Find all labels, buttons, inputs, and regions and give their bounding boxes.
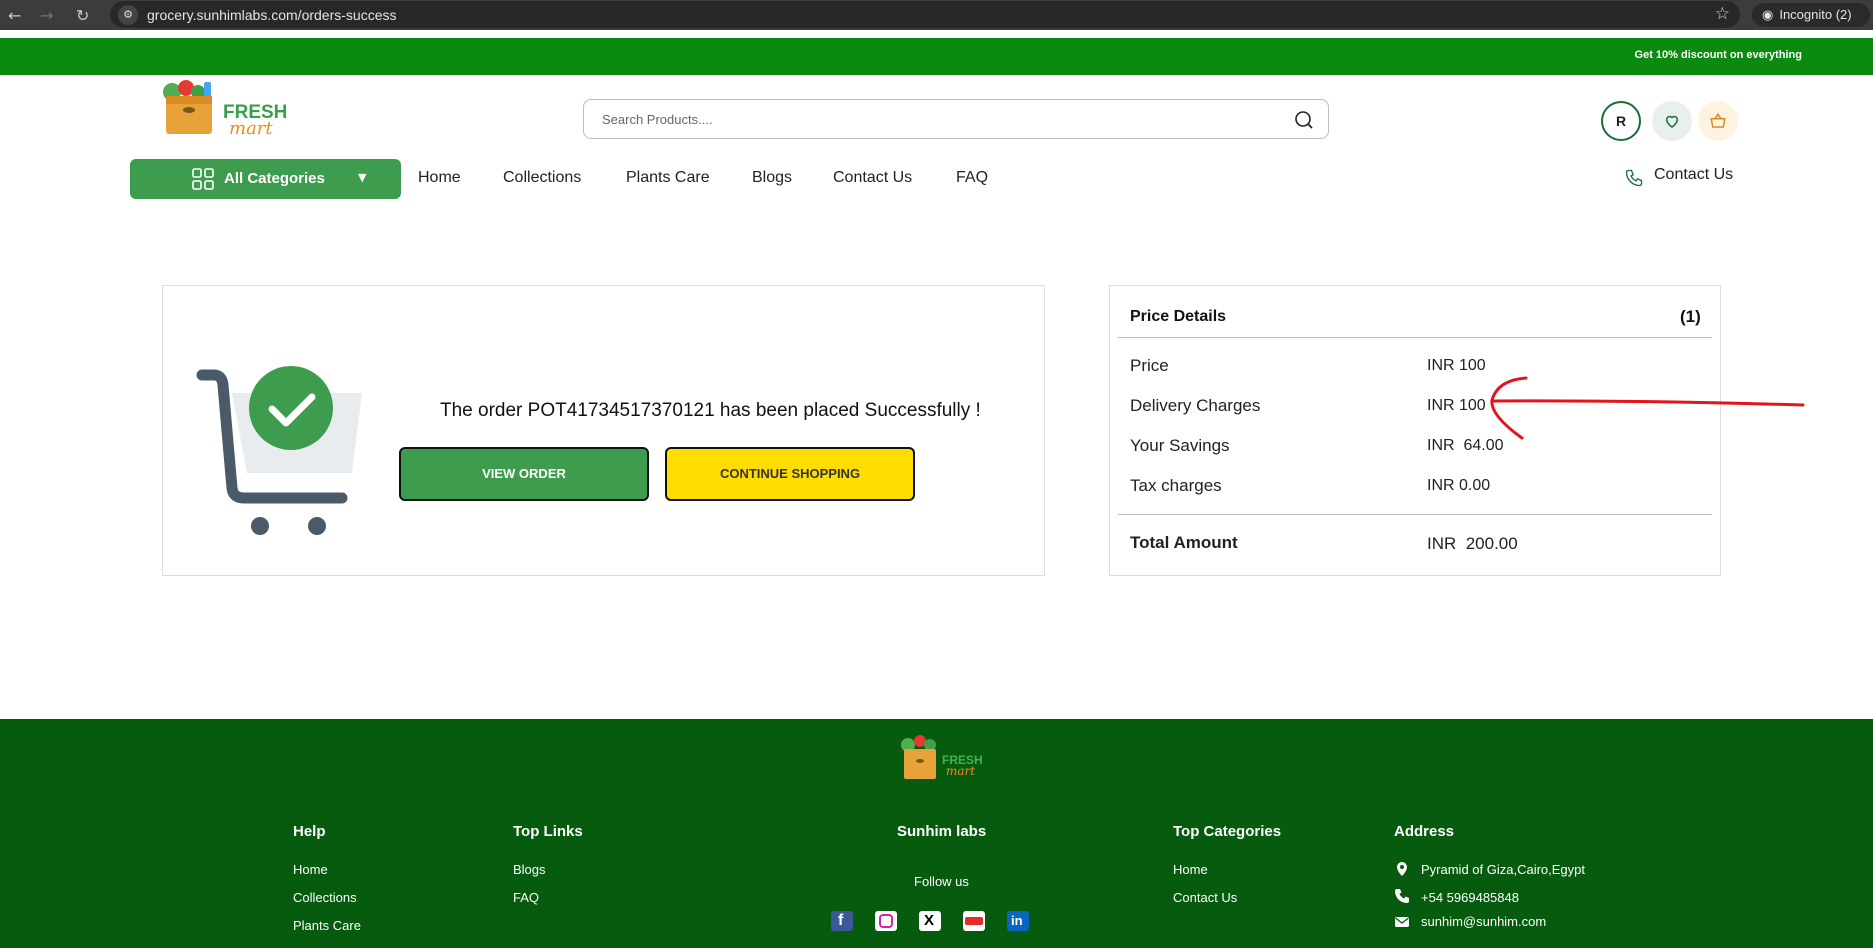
nav-link-home[interactable]: Home: [418, 169, 461, 187]
footer-top-links-title: Top Links: [513, 823, 583, 840]
incognito-icon: ◉: [1762, 8, 1774, 23]
facebook-icon[interactable]: f: [831, 911, 853, 931]
email-icon: [1395, 917, 1409, 927]
phone-icon: [1625, 169, 1643, 187]
youtube-icon[interactable]: [963, 911, 985, 931]
nav-link-blogs[interactable]: Blogs: [752, 169, 792, 187]
url-text: grocery.sunhimlabs.com/orders-success: [147, 7, 397, 23]
bookmark-star-icon[interactable]: ☆: [1715, 4, 1730, 24]
shopping-cart-success-icon: [196, 366, 362, 535]
grid-icon: [192, 168, 214, 190]
total-amount-label: Total Amount: [1130, 533, 1238, 552]
footer-logo[interactable]: FRESH mart: [898, 733, 988, 785]
divider: [1118, 337, 1712, 338]
basket-icon: [1710, 112, 1726, 128]
footer-top-link-faq[interactable]: FAQ: [513, 890, 539, 905]
x-icon[interactable]: X: [919, 911, 941, 931]
site-logo[interactable]: FRESH mart: [154, 78, 294, 139]
all-categories-button[interactable]: All Categories ▼: [130, 159, 401, 199]
location-pin-icon: [1397, 862, 1407, 876]
delivery-charges-label: Delivery Charges: [1130, 396, 1261, 415]
total-amount-value: INR 200.00: [1427, 534, 1518, 553]
tax-charges-label: Tax charges: [1130, 476, 1222, 495]
footer-category-link-contact-us[interactable]: Contact Us: [1173, 890, 1237, 905]
chevron-down-icon: ▼: [358, 171, 367, 184]
continue-shopping-button[interactable]: CONTINUE SHOPPING: [665, 447, 915, 501]
order-success-message: The order POT41734517370121 has been pla…: [440, 400, 981, 421]
footer-address-title: Address: [1394, 823, 1455, 840]
tax-charges-value: INR 0.00: [1427, 477, 1491, 494]
price-label: Price: [1130, 356, 1169, 375]
incognito-label: Incognito (2): [1779, 7, 1852, 22]
instagram-icon[interactable]: [875, 911, 897, 931]
divider: [1118, 514, 1712, 515]
price-details-count: (1): [1680, 307, 1701, 326]
wishlist-button[interactable]: [1652, 101, 1692, 141]
header-contact-label: Contact Us: [1654, 166, 1734, 183]
price-value: INR 100: [1427, 357, 1486, 374]
footer-address-email[interactable]: sunhim@sunhim.com: [1421, 914, 1546, 929]
nav-link-faq[interactable]: FAQ: [956, 169, 988, 187]
price-details-title: Price Details: [1130, 308, 1227, 325]
all-categories-label: All Categories: [224, 170, 325, 187]
footer-address-location: Pyramid of Giza,Cairo,Egypt: [1421, 862, 1586, 877]
footer-help-link-collections[interactable]: Collections: [293, 890, 357, 905]
footer-top-link-blogs[interactable]: Blogs: [513, 862, 546, 877]
nav-link-plants-care[interactable]: Plants Care: [626, 169, 710, 187]
reload-icon[interactable]: ↻: [76, 6, 89, 25]
grocery-bag-logo-icon: [901, 735, 936, 779]
footer-help-link-plants-care[interactable]: Plants Care: [293, 918, 361, 933]
promo-banner: Get 10% discount on everything: [0, 38, 1873, 75]
delivery-charges-value: INR 100: [1427, 397, 1486, 414]
incognito-indicator[interactable]: ◉ Incognito (2): [1752, 3, 1870, 27]
footer-help-link-home[interactable]: Home: [293, 862, 328, 877]
footer-top-categories-title: Top Categories: [1173, 823, 1282, 840]
search-input[interactable]: [602, 109, 1252, 129]
back-icon[interactable]: ←: [8, 6, 21, 25]
footer-follow-us: Follow us: [914, 874, 969, 889]
view-order-button[interactable]: VIEW ORDER: [399, 447, 649, 501]
your-savings-label: Your Savings: [1130, 436, 1230, 455]
footer-logo-mart: mart: [946, 764, 976, 778]
browser-toolbar: ← → ↻ ⚙ grocery.sunhimlabs.com/orders-su…: [0, 0, 1873, 30]
address-bar[interactable]: ⚙ grocery.sunhimlabs.com/orders-success …: [110, 1, 1740, 28]
heart-icon: [1665, 115, 1679, 128]
nav-link-collections[interactable]: Collections: [503, 169, 581, 187]
footer-category-link-home[interactable]: Home: [1173, 862, 1208, 877]
site-settings-icon[interactable]: ⚙: [118, 5, 138, 25]
search-icon[interactable]: [1294, 110, 1314, 130]
forward-icon[interactable]: →: [40, 6, 53, 25]
search-bar: [583, 99, 1329, 139]
annotation-arrow: [1490, 376, 1805, 440]
linkedin-icon[interactable]: in: [1007, 911, 1029, 931]
footer-company-title: Sunhim labs: [897, 823, 987, 840]
footer-address-phone[interactable]: +54 5969485848: [1421, 890, 1519, 905]
cart-button[interactable]: [1698, 101, 1738, 141]
nav-link-contact-us[interactable]: Contact Us: [833, 169, 912, 187]
footer-help-title: Help: [293, 823, 326, 840]
user-avatar[interactable]: R: [1601, 101, 1641, 141]
logo-text-mart: mart: [229, 118, 273, 139]
promo-text: Get 10% discount on everything: [1634, 49, 1802, 61]
phone-icon: [1395, 889, 1409, 903]
